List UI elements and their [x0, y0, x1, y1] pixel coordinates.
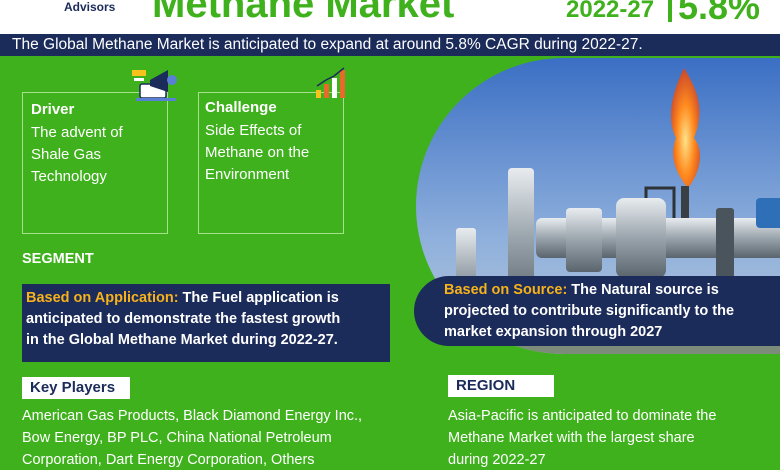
page-title: Methane Market [152, 0, 455, 26]
forecast-years: 2022-27 [566, 0, 655, 23]
challenge-text-3: Environment [205, 166, 290, 183]
region-line-1: Asia-Pacific is anticipated to dominate … [448, 408, 717, 424]
application-text-3: in the Global Methane Market during 2022… [26, 332, 338, 348]
driver-text-2: Shale Gas [31, 146, 102, 163]
bar-chart-icon [314, 66, 348, 105]
region-tag: REGION [448, 375, 554, 397]
driver-text-3: Technology [31, 168, 107, 185]
header: Advisors Methane Market 2022-27 5.8% [0, 0, 780, 34]
driver-text-1: The advent of [31, 124, 123, 141]
cagr-divider [668, 0, 672, 22]
megaphone-icon [130, 66, 180, 107]
application-line-1: Based on Application: The Fuel applicati… [26, 288, 386, 309]
key-players-tag: Key Players [22, 377, 130, 399]
challenge-text-2: Methane on the [205, 144, 310, 161]
application-key: Based on Application: [26, 290, 179, 306]
driver-card: Driver The advent of Shale Gas Technolog… [22, 92, 168, 234]
segment-heading: SEGMENT [22, 251, 94, 267]
challenge-text-1: Side Effects of [205, 122, 302, 139]
key-players-line-1: American Gas Products, Black Diamond Ene… [22, 408, 363, 424]
region-line-2: Methane Market with the largest share [448, 430, 695, 446]
region-line-3: during 2022-27 [448, 452, 546, 468]
source-key: Based on Source: [444, 282, 568, 298]
region-text: Asia-Pacific is anticipated to dominate … [448, 405, 778, 470]
challenge-card: Challenge Side Effects of Methane on the… [198, 92, 344, 234]
cagr-value: 5.8% [678, 0, 761, 27]
brand-name: Advisors [64, 0, 116, 14]
key-players-line-2: Bow Energy, BP PLC, China National Petro… [22, 430, 332, 446]
summary-banner: The Global Methane Market is anticipated… [0, 34, 780, 56]
application-text-1: The Fuel application is [178, 290, 339, 306]
infographic-panel: Driver The advent of Shale Gas Technolog… [0, 56, 780, 470]
source-text-3: market expansion through 2027 [444, 324, 663, 340]
application-text-2: anticipated to demonstrate the fastest g… [26, 311, 341, 327]
source-text-1: The Natural source is [567, 282, 719, 298]
source-segment-box: Based on Source: The Natural source is p… [414, 276, 780, 346]
key-players-text: American Gas Products, Black Diamond Ene… [22, 405, 414, 470]
key-players-line-3: Corporation, Dart Energy Corporation, Ot… [22, 452, 315, 468]
application-segment-box: Based on Application: The Fuel applicati… [22, 284, 390, 362]
source-line-1: Based on Source: The Natural source is [444, 280, 780, 301]
source-text-2: projected to contribute significantly to… [444, 303, 735, 319]
